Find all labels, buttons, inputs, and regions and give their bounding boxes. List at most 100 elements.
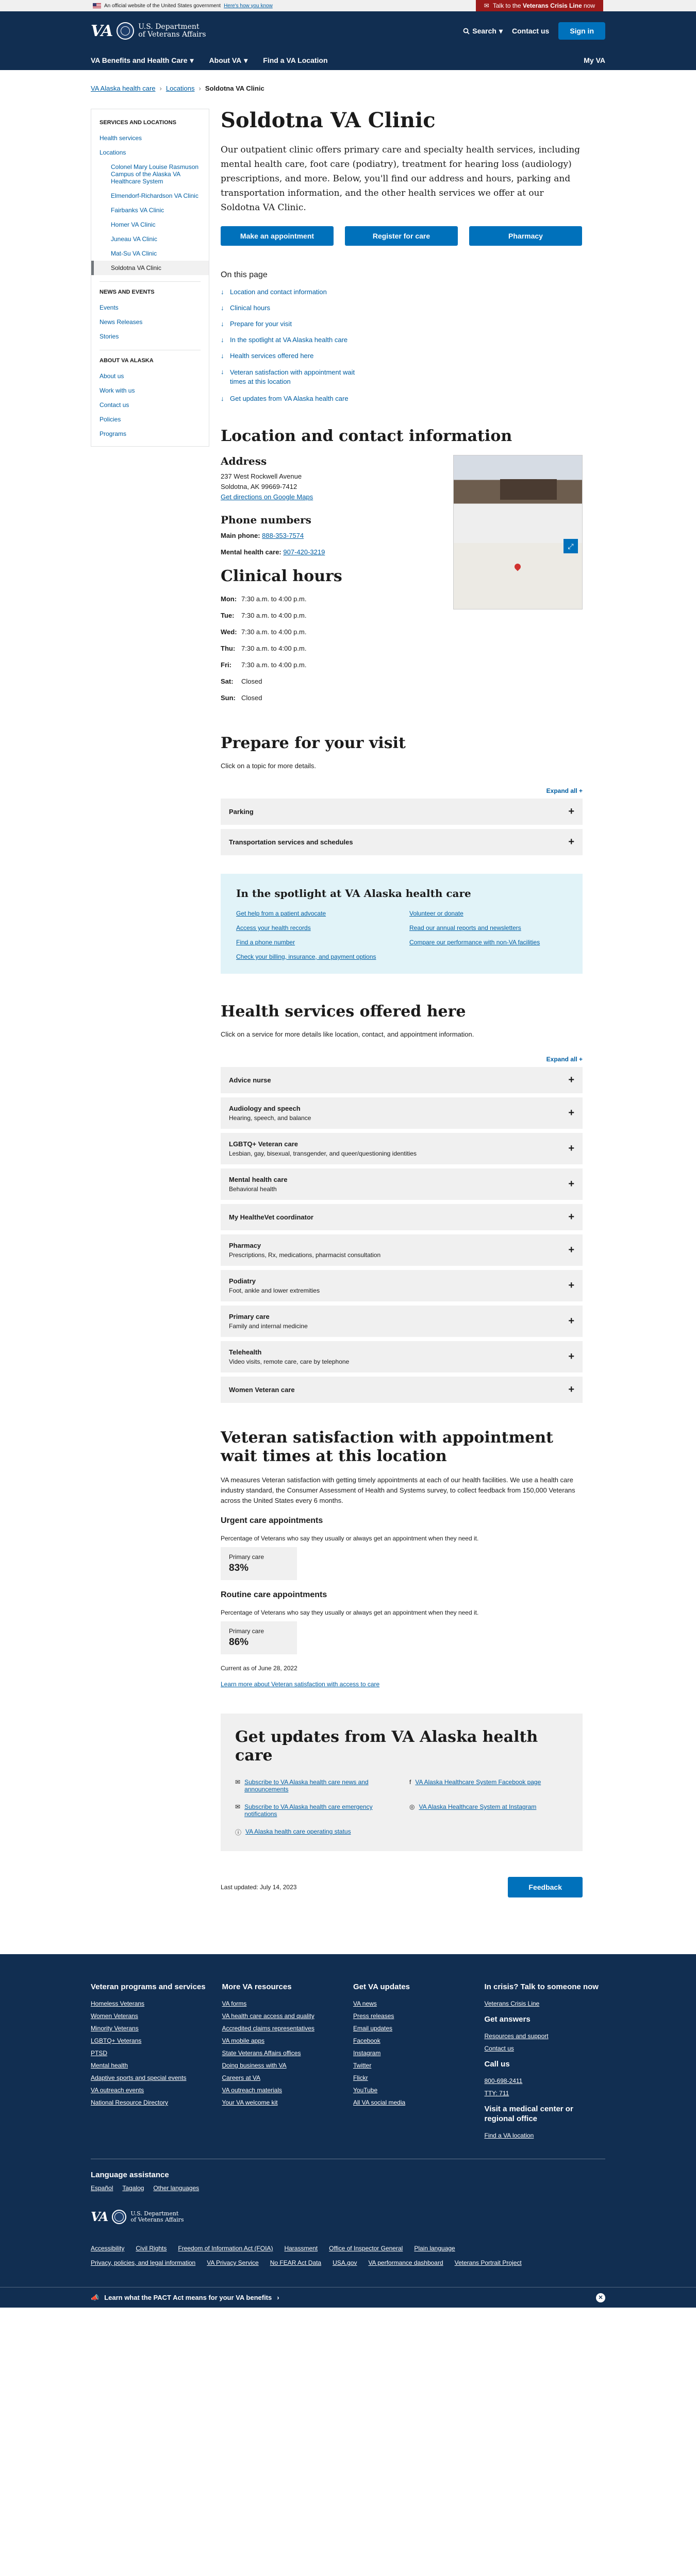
footer-link[interactable]: VA mobile apps (222, 2037, 343, 2044)
footer-link[interactable]: Press releases (353, 2012, 474, 2020)
footer-link[interactable]: VA outreach events (91, 2087, 212, 2094)
footer-link[interactable]: Women Veterans (91, 2012, 212, 2020)
footer-legal-link[interactable]: Accessibility (91, 2245, 124, 2252)
footer-link[interactable]: Doing business with VA (222, 2062, 343, 2069)
footer-legal-link[interactable]: VA Privacy Service (207, 2259, 258, 2266)
accordion-service[interactable]: Women Veteran care + (221, 1377, 583, 1403)
footer-va-logo[interactable]: VA U.S. Department of Veterans Affairs (91, 2209, 605, 2224)
my-va-link[interactable]: My VA (584, 56, 605, 64)
footer-legal-link[interactable]: Privacy, policies, and legal information (91, 2259, 195, 2266)
facebook-link[interactable]: VA Alaska Healthcare System Facebook pag… (415, 1778, 541, 1793)
subscribe-news-link[interactable]: Subscribe to VA Alaska health care news … (244, 1778, 394, 1793)
sidenav-news-releases[interactable]: News Releases (91, 315, 209, 329)
toc-link-satisfaction[interactable]: ↓ Veteran satisfaction with appointment w… (221, 368, 583, 386)
sidenav-item-elmendorf[interactable]: Elmendorf-Richardson VA Clinic (91, 189, 209, 203)
sidenav-item-matsu[interactable]: Mat-Su VA Clinic (91, 246, 209, 261)
veterans-crisis-line-link[interactable]: Veterans Crisis Line (485, 2000, 606, 2007)
learn-more-link[interactable]: Learn more about Veteran satisfaction wi… (221, 1681, 379, 1688)
sidenav-contact-us[interactable]: Contact us (91, 398, 209, 412)
subscribe-emergency-link[interactable]: Subscribe to VA Alaska health care emerg… (244, 1803, 394, 1818)
toc-link-location[interactable]: ↓ Location and contact information (221, 288, 583, 296)
accordion-transportation[interactable]: Transportation services and schedules + (221, 829, 583, 855)
footer-link[interactable]: Flickr (353, 2074, 474, 2081)
footer-legal-link[interactable]: Freedom of Information Act (FOIA) (178, 2245, 273, 2252)
sign-in-button[interactable]: Sign in (558, 22, 605, 40)
footer-legal-link[interactable]: VA performance dashboard (368, 2259, 443, 2266)
sidenav-stories[interactable]: Stories (91, 329, 209, 344)
footer-legal-link[interactable]: No FEAR Act Data (270, 2259, 321, 2266)
google-maps-link[interactable]: Get directions on Google Maps (221, 493, 313, 501)
spotlight-link[interactable]: Check your billing, insurance, and payme… (236, 953, 394, 960)
spotlight-link[interactable]: Get help from a patient advocate (236, 910, 394, 917)
benefits-menu[interactable]: VA Benefits and Health Care ▾ (91, 56, 194, 65)
toc-link-spotlight[interactable]: ↓ In the spotlight at VA Alaska health ca… (221, 336, 583, 344)
footer-link[interactable]: Contact us (485, 2045, 606, 2052)
footer-link[interactable]: VA news (353, 2000, 474, 2007)
find-location-link[interactable]: Find a VA Location (263, 56, 327, 65)
spotlight-link[interactable]: Access your health records (236, 924, 394, 931)
close-icon[interactable]: ✕ (596, 2293, 605, 2302)
spotlight-link[interactable]: Find a phone number (236, 939, 394, 946)
footer-link[interactable]: Instagram (353, 2049, 474, 2057)
sidenav-item-rasmuson[interactable]: Colonel Mary Louise Rasmuson Campus of t… (91, 160, 209, 189)
footer-link[interactable]: Resources and support (485, 2032, 606, 2040)
sidenav-health-services[interactable]: Health services (91, 131, 209, 145)
accordion-service[interactable]: Telehealth Video visits, remote care, car… (221, 1341, 583, 1372)
accordion-service[interactable]: Pharmacy Prescriptions, Rx, medications, … (221, 1234, 583, 1266)
expand-map-icon[interactable]: ⤢ (564, 539, 578, 553)
footer-link[interactable]: Homeless Veterans (91, 2000, 212, 2007)
expand-all-button[interactable]: Expand all + (221, 1056, 583, 1063)
toc-link-hours[interactable]: ↓ Clinical hours (221, 304, 583, 312)
accordion-service[interactable]: Podiatry Foot, ankle and lower extremitie… (221, 1270, 583, 1301)
footer-link[interactable]: Facebook (353, 2037, 474, 2044)
pact-act-banner[interactable]: 📣 Learn what the PACT Act means for your … (0, 2287, 696, 2308)
sidenav-item-juneau[interactable]: Juneau VA Clinic (91, 232, 209, 246)
sidenav-about-us[interactable]: About us (91, 369, 209, 383)
footer-link[interactable]: All VA social media (353, 2099, 474, 2106)
footer-link[interactable]: Your VA welcome kit (222, 2099, 343, 2106)
accordion-service[interactable]: Advice nurse + (221, 1067, 583, 1093)
pharmacy-button[interactable]: Pharmacy (469, 226, 582, 246)
crisis-line-button[interactable]: ✉ Talk to the Veterans Crisis Line now (475, 0, 603, 11)
footer-link[interactable]: Careers at VA (222, 2074, 343, 2081)
sidenav-policies[interactable]: Policies (91, 412, 209, 427)
toc-link-prepare[interactable]: ↓ Prepare for your visit (221, 320, 583, 328)
phone-link[interactable]: 800-698-2411 (485, 2077, 606, 2084)
footer-link[interactable]: Adaptive sports and special events (91, 2074, 212, 2081)
footer-legal-link[interactable]: Veterans Portrait Project (455, 2259, 522, 2266)
register-for-care-button[interactable]: Register for care (345, 226, 458, 246)
accordion-parking[interactable]: Parking + (221, 799, 583, 825)
footer-legal-link[interactable]: USA.gov (333, 2259, 357, 2266)
spotlight-link[interactable]: Compare our performance with non-VA faci… (409, 939, 567, 946)
main-phone-link[interactable]: 888-353-7574 (262, 532, 304, 539)
tty-link[interactable]: TTY: 711 (485, 2090, 606, 2097)
how-you-know-link[interactable]: Here's how you know (224, 3, 273, 9)
footer-link[interactable]: Twitter (353, 2062, 474, 2069)
find-va-location-link[interactable]: Find a VA location (485, 2132, 606, 2139)
accordion-service[interactable]: Mental health care Behavioral health + (221, 1168, 583, 1200)
accordion-service[interactable]: My HealtheVet coordinator + (221, 1204, 583, 1230)
footer-link[interactable]: VA health care access and quality (222, 2012, 343, 2020)
footer-link[interactable]: State Veterans Affairs offices (222, 2049, 343, 2057)
footer-link[interactable]: LGBTQ+ Veterans (91, 2037, 212, 2044)
sidenav-work-with-us[interactable]: Work with us (91, 383, 209, 398)
lang-tagalog-link[interactable]: Tagalog (122, 2184, 144, 2192)
sidenav-item-homer[interactable]: Homer VA Clinic (91, 217, 209, 232)
lang-other-link[interactable]: Other languages (153, 2184, 199, 2192)
footer-legal-link[interactable]: Office of Inspector General (329, 2245, 403, 2252)
accordion-service[interactable]: LGBTQ+ Veteran care Lesbian, gay, bisexua… (221, 1133, 583, 1164)
sidenav-programs[interactable]: Programs (91, 427, 209, 441)
search-button[interactable]: Search ▾ (463, 27, 503, 36)
footer-link[interactable]: PTSD (91, 2049, 212, 2057)
sidenav-locations[interactable]: Locations (91, 145, 209, 160)
contact-us-link[interactable]: Contact us (512, 27, 549, 35)
toc-link-services[interactable]: ↓ Health services offered here (221, 352, 583, 360)
spotlight-link[interactable]: Volunteer or donate (409, 910, 567, 917)
footer-legal-link[interactable]: Civil Rights (136, 2245, 167, 2252)
expand-all-button[interactable]: Expand all + (221, 787, 583, 794)
lang-espanol-link[interactable]: Español (91, 2184, 113, 2192)
sidenav-item-fairbanks[interactable]: Fairbanks VA Clinic (91, 203, 209, 217)
footer-link[interactable]: Mental health (91, 2062, 212, 2069)
about-va-menu[interactable]: About VA ▾ (209, 56, 248, 65)
sidenav-events[interactable]: Events (91, 300, 209, 315)
